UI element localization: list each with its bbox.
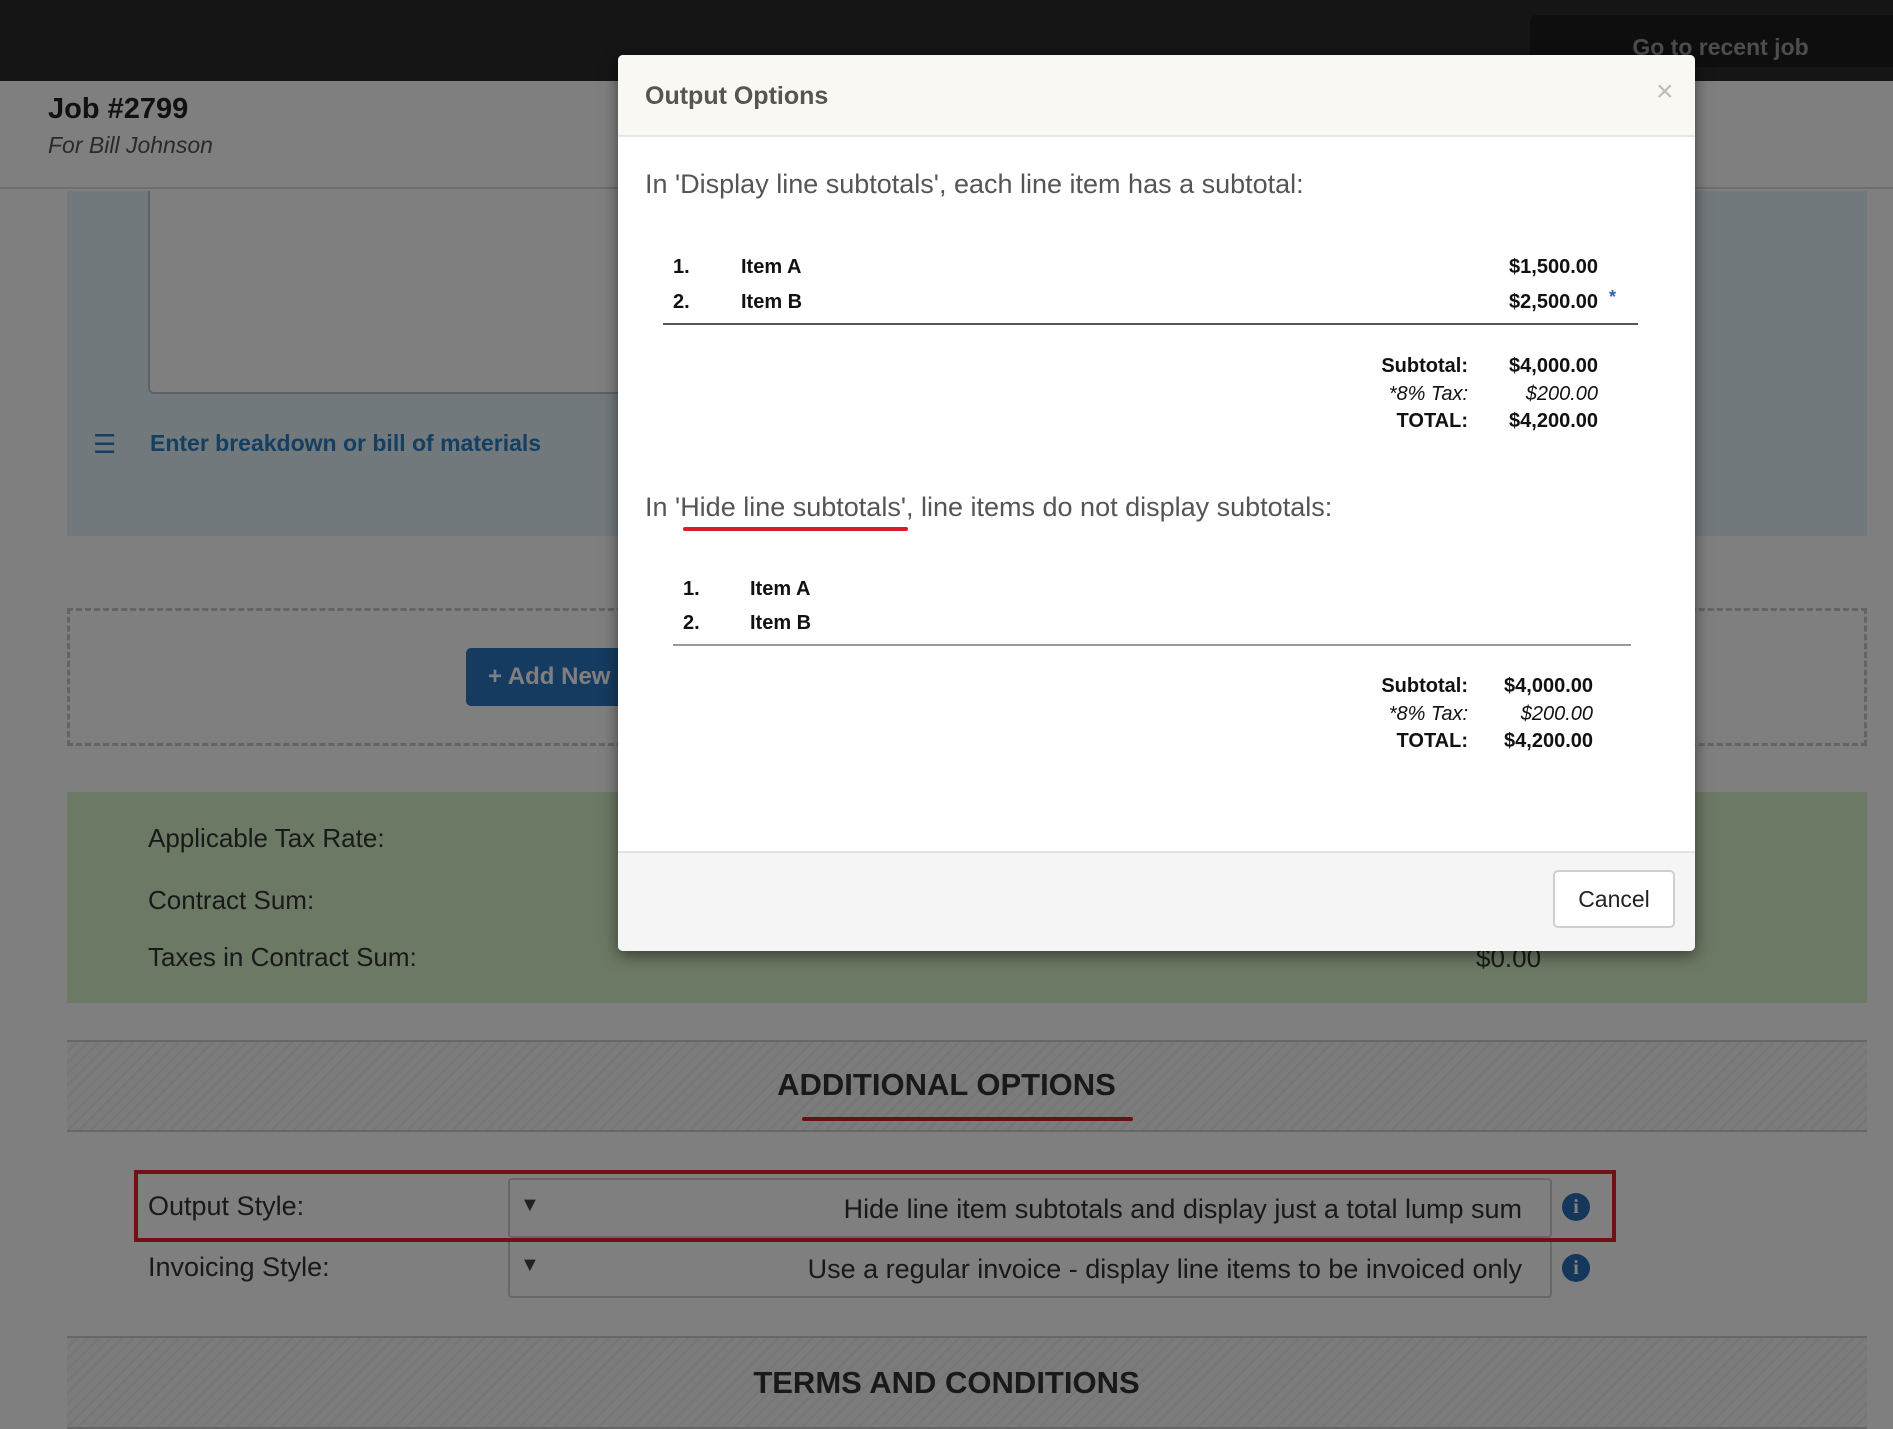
hide-intro-prefix: In '	[645, 492, 681, 522]
output-options-modal: Output Options × In 'Display line subtot…	[618, 55, 1695, 951]
example2-item-number: 2.	[683, 612, 700, 634]
example1-divider	[663, 323, 1638, 325]
example2-item-name: Item B	[750, 612, 812, 634]
taxed-marker: *	[1609, 287, 1617, 307]
example1-item-name: Item B	[741, 291, 803, 313]
annotation-underline	[683, 527, 908, 531]
example1-subtotal-value: $4,000.00	[1509, 355, 1598, 377]
example2-divider	[673, 644, 1631, 646]
example1-item-amount: $1,500.00	[1509, 256, 1598, 278]
example2-item-number: 1.	[683, 578, 700, 600]
example2-subtotal-value: $4,000.00	[1504, 675, 1593, 697]
hide-intro-suffix: ', line items do not display subtotals:	[900, 492, 1333, 522]
modal-header: Output Options ×	[618, 55, 1695, 137]
example1-total-value: $4,200.00	[1509, 410, 1598, 432]
display-subtotals-description: In 'Display line subtotals', each line i…	[645, 169, 1304, 199]
close-icon[interactable]: ×	[1656, 75, 1674, 109]
modal-footer: Cancel	[618, 851, 1695, 951]
modal-title: Output Options	[645, 82, 829, 110]
cancel-button[interactable]: Cancel	[1553, 870, 1675, 928]
example1-item-number: 1.	[673, 256, 690, 278]
example2-tax-value: $200.00	[1520, 703, 1593, 725]
example2-item-name: Item A	[750, 578, 811, 600]
example1-tax-value: $200.00	[1525, 383, 1598, 405]
example1-item-amount: $2,500.00	[1509, 291, 1598, 313]
example2-total-value: $4,200.00	[1504, 730, 1593, 752]
hide-intro-highlight: Hide line subtotals	[680, 492, 901, 522]
example1-item-name: Item A	[741, 256, 802, 278]
example1-item-number: 2.	[673, 291, 690, 313]
hide-subtotals-description: In 'Hide line subtotals', line items do …	[645, 492, 1332, 523]
